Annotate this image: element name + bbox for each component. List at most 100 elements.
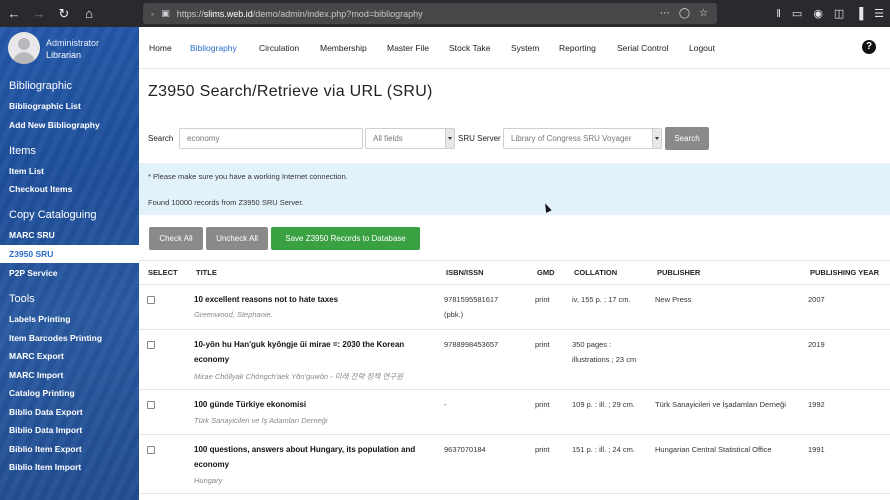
sidebar-item-catalog-printing[interactable]: Catalog Printing [0,384,139,402]
sidebar-item-item-barcodes-printing[interactable]: Item Barcodes Printing [0,329,139,347]
shield-icon: ◦ [151,8,155,19]
col-select: SELECT [148,268,178,277]
barcode-icon[interactable]: ▐ [855,8,863,20]
extension-icon[interactable]: ◫ [834,7,844,20]
page-title: Z3950 Search/Retrieve via URL (SRU) [148,83,433,100]
menu-home[interactable]: Home [149,43,172,53]
record-isbn: - [444,400,447,409]
chevron-down-icon [652,129,661,148]
url-host: slims.web.id [203,8,253,19]
menu-serial-control[interactable]: Serial Control [617,43,669,53]
record-year: 1991 [808,445,825,454]
sidebar-section-bibliographic: Bibliographic [9,80,72,92]
sidebar-item-biblio-item-import[interactable]: Biblio Item Import [0,458,139,476]
sru-server-select[interactable]: Library of Congress SRU Voyager [503,128,662,149]
col-publishing-year: PUBLISHING YEAR [810,268,880,277]
record-isbn: 9788998453657 [444,340,499,349]
search-input[interactable]: economy [179,128,363,149]
table-divider [139,434,890,435]
sidebar-section-copy-cataloguing: Copy Cataloguing [9,209,97,221]
sidebar-section-items: Items [9,145,36,157]
sidebar-item-add-new-bibliography[interactable]: Add New Bibliography [0,116,139,134]
menu-bibliography[interactable]: Bibliography [190,43,237,53]
record-gmd: print [535,445,550,454]
field-select[interactable]: All fields [365,128,455,149]
search-label: Search [148,134,174,143]
col-collation: COLLATION [574,268,618,277]
record-title[interactable]: 10-yŏn hu Han'guk kyŏngje ŭi mirae =: 20… [194,337,434,367]
record-title[interactable]: 100 günde Türkiye ekonomisi [194,397,434,412]
table-divider [139,493,890,494]
sidebar-item-marc-export[interactable]: MARC Export [0,347,139,365]
row-checkbox[interactable] [147,341,155,349]
user-box: Administrator Librarian [0,27,139,69]
record-year: 2019 [808,340,825,349]
row-checkbox[interactable] [147,446,155,454]
menu-logout[interactable]: Logout [689,43,715,53]
avatar [8,32,40,64]
sidebar-item-marc-import[interactable]: MARC Import [0,366,139,384]
menu-membership[interactable]: Membership [320,43,367,53]
field-select-value: All fields [373,134,403,143]
sru-server-label: SRU Server [458,134,501,143]
sidebar-item-biblio-item-export[interactable]: Biblio Item Export [0,440,139,458]
menu-system[interactable]: System [511,43,539,53]
user-role: Librarian [46,50,82,60]
connection-notice: * Please make sure you have a working In… [148,172,348,181]
menu-reporting[interactable]: Reporting [559,43,596,53]
record-author: Greenwood, Stephanie. [194,310,273,319]
record-author: Hungary [194,476,223,485]
menu-circulation[interactable]: Circulation [259,43,299,53]
browser-toolbar: ← → ↻ ⌂ ◦ ▣ https://slims.web.id/demo/ad… [0,0,890,27]
home-icon[interactable]: ⌂ [78,3,100,25]
table-divider [139,329,890,330]
sidebar-item-biblio-data-import[interactable]: Biblio Data Import [0,421,139,439]
sidebar-item-p2p-service[interactable]: P2P Service [0,264,139,282]
back-icon[interactable]: ← [3,3,25,25]
sidebar-item-marc-sru[interactable]: MARC SRU [0,226,139,244]
record-collation: iv, 155 p. ; 17 cm. [572,295,631,304]
sidebar-item-checkout-items[interactable]: Checkout Items [0,180,139,198]
sidebar-item-biblio-data-export[interactable]: Biblio Data Export [0,403,139,421]
check-all-button[interactable]: Check All [149,227,203,250]
record-author: Türk Sanayicileri ve İş Adamları Derneği [194,416,328,425]
row-checkbox[interactable] [147,401,155,409]
records-found: Found 10000 records from Z3950 SRU Serve… [148,198,304,207]
save-records-button[interactable]: Save Z3950 Records to Database [271,227,420,250]
record-year: 2007 [808,295,825,304]
record-isbn: 9637070184 [444,445,486,454]
record-year: 1992 [808,400,825,409]
help-icon[interactable]: ? [862,40,876,54]
more-icon[interactable]: ⋯ [660,8,670,19]
reload-icon[interactable]: ↻ [53,3,75,25]
bookmark-star-icon[interactable]: ☆ [699,8,708,19]
url-bar[interactable]: ◦ ▣ https://slims.web.id/demo/admin/inde… [143,3,717,24]
record-publisher: New Press [655,295,692,304]
lock-icon: ▣ [161,8,170,18]
menu-stock-take[interactable]: Stock Take [449,43,490,53]
record-title[interactable]: 10 excellent reasons not to hate taxes [194,292,434,307]
row-checkbox[interactable] [147,296,155,304]
record-gmd: print [535,400,550,409]
library-icon[interactable]: ‖ [776,8,781,20]
url-prefix: https:// [176,8,204,19]
uncheck-all-button[interactable]: Uncheck All [206,227,268,250]
sidebar-item-labels-printing[interactable]: Labels Printing [0,310,139,328]
url-path: /demo/admin/index.php?mod=bibliography [252,8,423,19]
sidebar-toggle-icon[interactable]: ▭ [792,7,802,20]
col-publisher: PUBLISHER [657,268,701,277]
search-button[interactable]: Search [665,127,709,150]
pocket-icon[interactable]: ◯ [679,8,690,19]
col-title: TITLE [196,268,217,277]
forward-icon[interactable]: → [28,3,50,25]
menu-master-file[interactable]: Master File [387,43,429,53]
record-gmd: print [535,340,550,349]
account-icon[interactable]: ◉ [813,7,823,20]
table-divider [139,389,890,390]
sidebar: Administrator Librarian Bibliographic Bi… [0,27,139,500]
menu-icon[interactable]: ☰ [874,7,884,20]
sidebar-item-z3950-sru[interactable]: Z3950 SRU [0,245,139,263]
record-title[interactable]: 100 questions, answers about Hungary, it… [194,442,434,472]
sidebar-item-bibliographic-list[interactable]: Bibliographic List [0,97,139,115]
sidebar-item-item-list[interactable]: Item List [0,162,139,180]
